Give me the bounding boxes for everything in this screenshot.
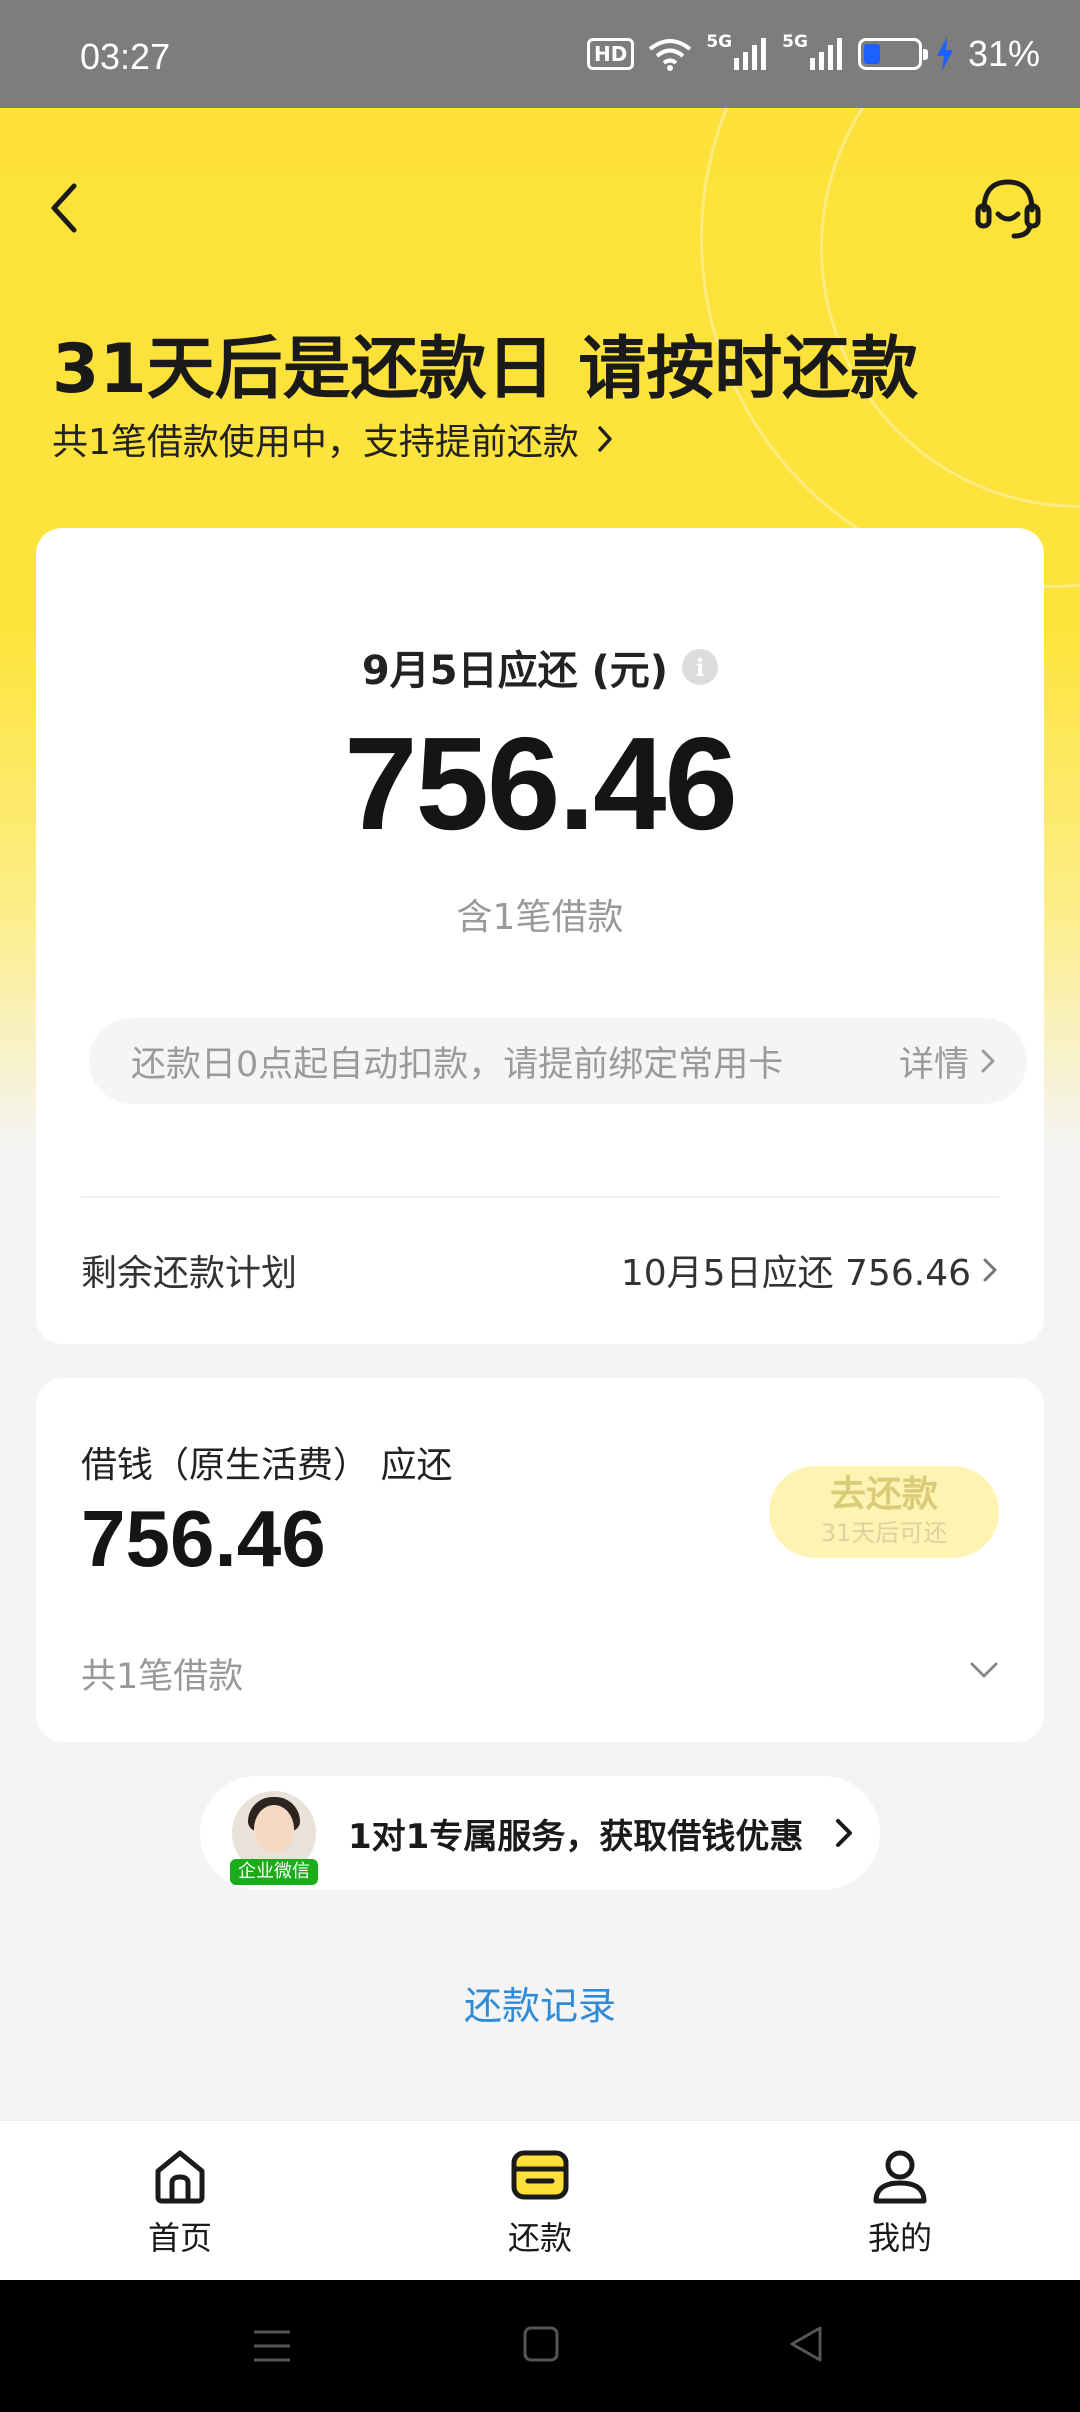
chevron-right-icon [836,1819,853,1847]
status-bar: 03:27 HD 5G 5G 31% [0,0,1080,108]
repay-button-hint: 31天后可还 [820,1519,948,1547]
chevron-right-icon [598,426,612,452]
tab-repay[interactable]: 还款 [440,2143,640,2259]
hd-icon: HD [587,38,635,70]
repay-button-label: 去还款 [829,1474,938,1515]
repay-button[interactable]: 去还款 31天后可还 [769,1466,999,1558]
tab-home-label: 首页 [147,2219,212,2257]
network-type-1: 5G [706,32,733,52]
loan-amount: 756.46 [81,1494,326,1583]
detail-label: 详情 [898,1044,969,1085]
loan-count: 含1笔借款 [456,897,624,938]
plan-label: 剩余还款计划 [81,1253,298,1294]
tab-mine-label: 我的 [867,2219,932,2257]
back-icon[interactable] [40,168,90,248]
home-square-icon[interactable] [521,2324,561,2364]
loan-title: 借钱（原生活费） 应还 [81,1445,453,1486]
wecom-badge: 企业微信 [230,1859,318,1885]
due-amount: 756.46 [344,710,738,857]
home-icon [155,2150,205,2204]
user-icon [873,2150,927,2204]
chevron-down-icon[interactable] [964,1650,1004,1690]
wallet-icon [511,2150,569,2200]
tab-repay-label: 还款 [507,2219,572,2257]
service-text: 1对1专属服务，获取借钱优惠 [348,1816,804,1857]
signal-icon-2 [809,38,842,70]
tab-home[interactable]: 首页 [80,2143,280,2259]
status-icons: HD 5G 5G 31% [587,32,1040,76]
repayment-plan-row[interactable]: 剩余还款计划 10月5日应还 756.46 [81,1240,999,1300]
detail-link[interactable]: 详情 [899,1036,997,1087]
status-time: 03:27 [80,36,171,77]
loan-card: 借钱（原生活费） 应还 756.46 去还款 31天后可还 共1笔借款 [36,1378,1044,1742]
avatar-face [254,1805,294,1853]
loan-summary-text: 共1笔借款使用中，支持提前还款 [52,422,579,463]
divider [81,1196,999,1198]
auto-deduct-notice[interactable]: 还款日0点起自动扣款，请提前绑定常用卡 详情 [89,1018,1027,1104]
plan-value-group: 10月5日应还 756.46 [621,1244,999,1296]
plan-value: 10月5日应还 756.46 [620,1253,971,1294]
exclusive-service-banner[interactable]: 企业微信 1对1专属服务，获取借钱优惠 [200,1776,880,1890]
tab-mine[interactable]: 我的 [800,2143,1000,2259]
repayment-summary-card: 9月5日应还 (元) i 756.46 含1笔借款 还款日0点起自动扣款，请提前… [36,528,1044,1344]
menu-icon[interactable] [252,2326,292,2366]
due-date-text: 9月5日应还 (元) [361,648,669,694]
chevron-right-icon [983,1258,997,1282]
info-icon[interactable]: i [682,649,719,685]
battery-level [863,44,881,64]
loan-summary-link[interactable]: 共1笔借款使用中，支持提前还款 [52,413,615,465]
charging-icon [936,37,953,71]
system-nav-bar [0,2280,1080,2412]
signal-icon-1 [734,38,767,70]
loan-card-count: 共1笔借款 [81,1657,244,1697]
wifi-icon [649,39,692,71]
battery-percent: 31% [967,33,1040,74]
repayment-records-link[interactable]: 还款记录 [0,1975,1080,2030]
auto-deduct-text: 还款日0点起自动扣款，请提前绑定常用卡 [131,1044,784,1085]
network-type-2: 5G [782,32,808,52]
agent-avatar: 企业微信 [230,1791,318,1885]
chevron-right-icon [981,1049,995,1073]
back-triangle-icon[interactable] [786,2324,826,2364]
due-date-label: 9月5日应还 (元) i [36,638,1044,696]
headset-icon[interactable] [970,170,1046,246]
battery-icon [857,38,928,70]
page-headline: 31天后是还款日 请按时还款 [52,330,919,409]
bottom-tab-bar: 首页 还款 我的 [0,2120,1080,2280]
